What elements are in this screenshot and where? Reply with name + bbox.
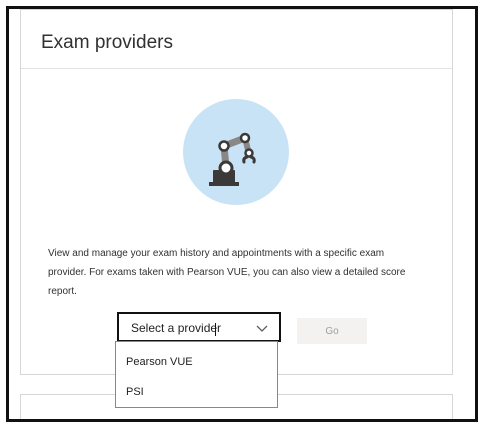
provider-select[interactable]: Select a provider [117, 312, 281, 342]
description-text: View and manage your exam history and ap… [48, 248, 406, 297]
title-divider [21, 68, 452, 69]
go-button[interactable]: Go [297, 318, 367, 344]
robot-arm-icon [183, 99, 289, 205]
screenshot-frame: Exam providers View and manage your exam… [6, 6, 478, 422]
chevron-down-icon[interactable] [255, 321, 269, 335]
text-caret [215, 323, 216, 336]
select-value: Select a provider [131, 321, 222, 335]
option-psi[interactable]: PSI [116, 378, 277, 406]
card-title: Exam providers [41, 32, 173, 53]
exam-providers-card: Exam providers View and manage your exam… [20, 9, 453, 375]
provider-dropdown: Pearson VUE PSI [115, 341, 278, 408]
option-pearson-vue[interactable]: Pearson VUE [116, 348, 277, 376]
